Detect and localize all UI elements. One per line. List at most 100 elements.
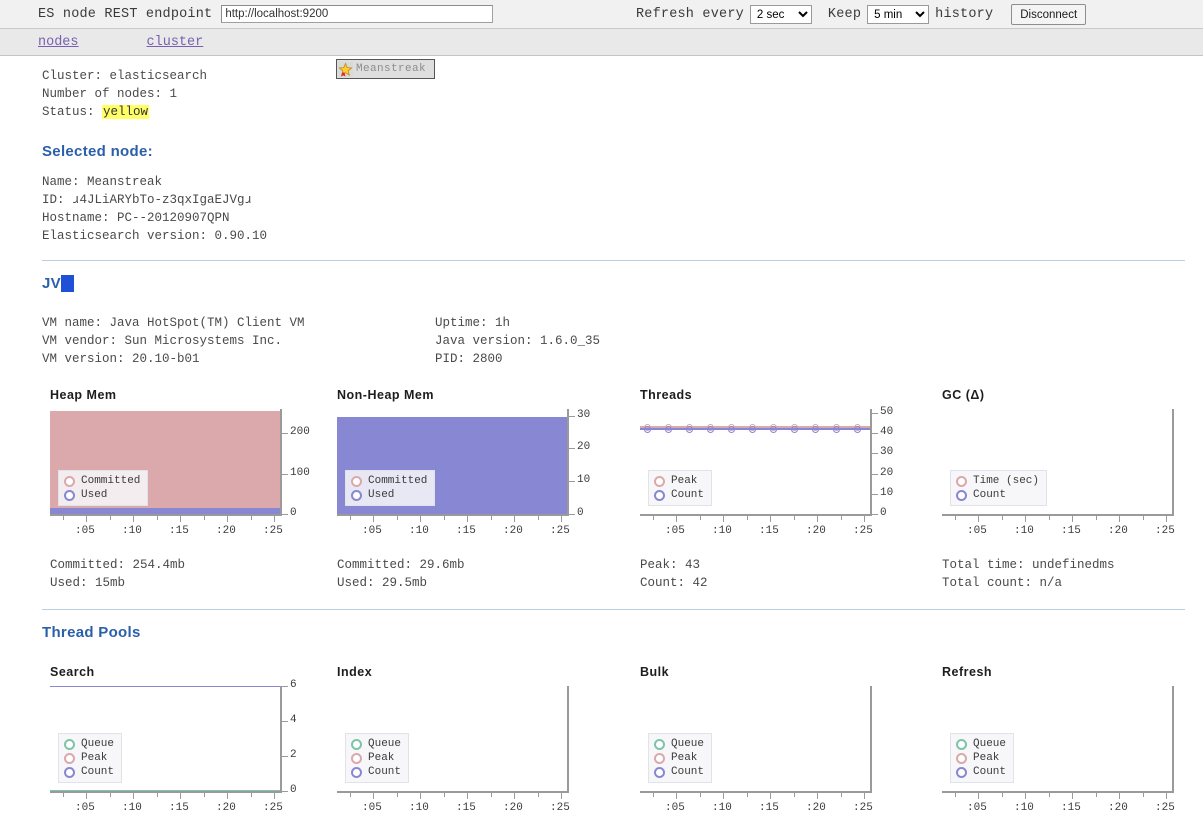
legend-item[interactable]: Queue — [654, 737, 704, 751]
legend-item[interactable]: Queue — [351, 737, 401, 751]
x-tick-major — [770, 516, 771, 522]
legend-item[interactable]: Peak — [654, 474, 704, 488]
legend-item[interactable]: Used — [64, 488, 140, 502]
plot-area-pool-bulk[interactable]: :05:10:15:20:25 Queue Peak Count — [640, 686, 910, 821]
legend-item[interactable]: Count — [351, 765, 401, 779]
legend-item[interactable]: Count — [654, 765, 704, 779]
legend-item[interactable]: Used — [351, 488, 427, 502]
legend-marker-icon — [64, 475, 75, 487]
legend-item[interactable]: Peak — [654, 751, 704, 765]
node-selector-button[interactable]: Meanstreak — [336, 59, 435, 79]
legend-gc: Time (sec) Count — [950, 470, 1048, 506]
x-tick-minor — [747, 793, 748, 797]
x-tick-label: :20 — [806, 525, 826, 537]
thread-pool-chart-row: Search 0 2 4 6:05:10:15:20:25 Queue Peak Count I… — [42, 665, 1185, 825]
x-tick-label: :05 — [665, 802, 685, 814]
legend-item[interactable]: Peak — [956, 751, 1006, 765]
y-tick-label: 100 — [290, 466, 310, 479]
x-tick-minor — [251, 793, 252, 797]
node-hostname-line: Hostname: PC--20120907QPN — [42, 211, 230, 225]
chart-heap-mem: Heap Mem 0 100 200:05:10:15:20:25 Committed U… — [50, 388, 320, 544]
legend-threads: Peak Count — [648, 470, 713, 506]
legend-item[interactable]: Committed — [64, 474, 140, 488]
x-tick-major — [1166, 516, 1167, 522]
x-tick-major — [514, 516, 515, 522]
legend-marker-icon — [654, 475, 665, 487]
x-tick-major — [864, 516, 865, 522]
data-point-marker — [749, 426, 756, 434]
legend-item[interactable]: Queue — [956, 737, 1006, 751]
x-tick-label: :25 — [853, 802, 873, 814]
y-tick-label: 30 — [577, 408, 591, 421]
plot-area-pool-search[interactable]: 0 2 4 6:05:10:15:20:25 Queue Peak Count — [50, 679, 320, 821]
legend-label: Queue — [973, 738, 1007, 750]
legend-marker-icon — [956, 752, 967, 764]
x-tick-label: :20 — [503, 525, 523, 537]
legend-item[interactable]: Count — [64, 765, 114, 779]
plot-area-non-heap-mem[interactable]: 0 10 20 30:05:10:15:20:25 Committed Used — [337, 409, 607, 544]
keep-history-select[interactable]: 5 min — [867, 5, 930, 24]
nav-link-cluster[interactable]: cluster — [147, 35, 204, 50]
plot-area-threads[interactable]: 0 10 20 30 40 50:05:10:15:20:25 Peak Count — [640, 406, 910, 544]
y-tick-label: 6 — [290, 679, 297, 691]
chart-title-pool-bulk: Bulk — [640, 665, 670, 679]
x-tick-minor — [538, 516, 539, 520]
legend-item[interactable]: Count — [654, 488, 704, 502]
x-tick-label: :15 — [169, 525, 189, 537]
legend-marker-icon — [654, 752, 665, 764]
x-tick-major — [978, 516, 979, 522]
nav-link-nodes[interactable]: nodes — [38, 35, 79, 50]
legend-item[interactable]: Time (sec) — [956, 474, 1039, 488]
legend-label: Used — [81, 489, 108, 501]
refresh-interval-select[interactable]: 2 sec — [749, 5, 812, 24]
plot-area-gc[interactable]: :05:10:15:20:25 Time (sec) Count — [942, 409, 1203, 544]
chart-title-pool-refresh: Refresh — [942, 665, 993, 679]
uptime-line: Uptime: 1h — [435, 316, 511, 330]
plot-area-heap-mem[interactable]: 0 100 200:05:10:15:20:25 Committed Used — [50, 409, 320, 544]
y-tick — [872, 413, 878, 415]
disconnect-button[interactable]: Disconnect — [1011, 4, 1087, 25]
chart-gc: GC (Δ):05:10:15:20:25 Time (sec) Count — [942, 388, 1203, 544]
y-tick — [282, 686, 288, 687]
x-axis-pool-index — [337, 791, 569, 793]
data-point-marker — [665, 426, 672, 434]
x-tick-label: :10 — [712, 802, 732, 814]
y-tick — [282, 433, 288, 435]
node-name-line: Name: Meanstreak — [42, 175, 163, 189]
legend-item[interactable]: Count — [956, 488, 1039, 502]
x-tick-major — [817, 516, 818, 522]
plot-area-pool-index[interactable]: :05:10:15:20:25 Queue Peak Count — [337, 686, 607, 821]
x-tick-label: :10 — [409, 802, 429, 814]
legend-item[interactable]: Peak — [64, 751, 114, 765]
y-tick-label: 0 — [577, 507, 584, 519]
pid-line: PID: 2800 — [435, 352, 503, 366]
y-tick-label: 30 — [880, 446, 894, 459]
x-tick-major — [676, 516, 677, 522]
chart-non-heap-mem: Non-Heap Mem 0 10 20 30:05:10:15:20:25 Commit… — [337, 388, 607, 544]
y-tick — [569, 448, 575, 450]
legend-item[interactable]: Count — [956, 765, 1006, 779]
x-tick-minor — [1049, 516, 1050, 520]
x-tick-major — [1072, 516, 1073, 522]
x-tick-label: :20 — [503, 802, 523, 814]
endpoint-input[interactable] — [221, 5, 494, 23]
x-tick-minor — [444, 793, 445, 797]
x-tick-label: :10 — [1014, 525, 1034, 537]
legend-pool-refresh: Queue Peak Count — [950, 733, 1015, 783]
legend-marker-icon — [956, 475, 967, 487]
x-tick-minor — [1143, 793, 1144, 797]
x-tick-minor — [350, 516, 351, 520]
x-tick-major — [978, 793, 979, 799]
legend-item[interactable]: Committed — [351, 474, 427, 488]
x-tick-label: :25 — [550, 802, 570, 814]
plot-area-pool-refresh[interactable]: :05:10:15:20:25 Queue Peak Count — [942, 686, 1203, 821]
legend-label: Queue — [671, 738, 705, 750]
legend-item[interactable]: Queue — [64, 737, 114, 751]
x-tick-minor — [491, 793, 492, 797]
x-axis-heap-mem — [50, 514, 282, 516]
legend-item[interactable]: Peak — [351, 751, 401, 765]
y-tick-label: 2 — [290, 749, 297, 761]
x-tick-minor — [794, 793, 795, 797]
y-tick-label: 10 — [577, 474, 591, 487]
x-tick-label: :05 — [967, 802, 987, 814]
